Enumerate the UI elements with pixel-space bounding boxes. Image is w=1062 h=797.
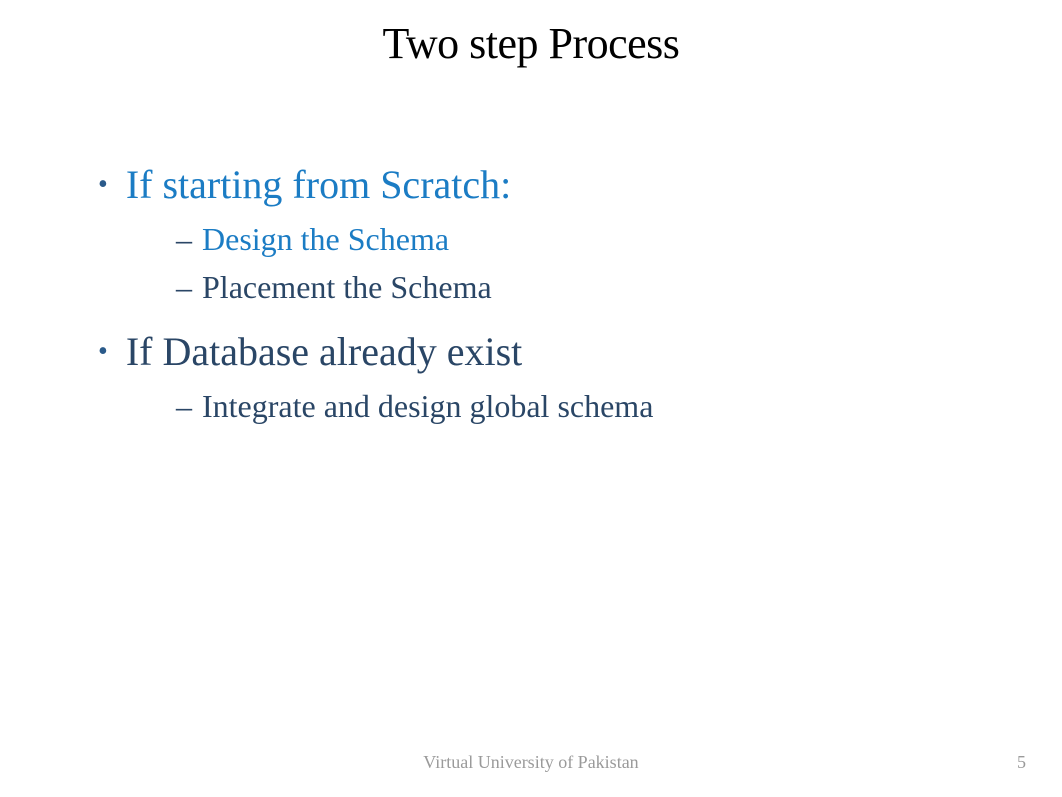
dash-icon: – (176, 219, 192, 261)
sub-1-2-text: Placement the Schema (202, 267, 492, 309)
bullet-2: • If Database already exist (98, 326, 1062, 378)
footer-org: Virtual University of Pakistan (0, 752, 1062, 773)
sub-item-1-1: – Design the Schema (98, 219, 1062, 261)
bullet-disc-icon: • (98, 332, 108, 371)
bullet-1: • If starting from Scratch: (98, 159, 1062, 211)
sub-2-1-text: Integrate and design global schema (202, 386, 653, 428)
bullet-disc-icon: • (98, 165, 108, 204)
sub-item-2-1: – Integrate and design global schema (98, 386, 1062, 428)
sub-item-1-2: – Placement the Schema (98, 267, 1062, 309)
bullet-2-text: If Database already exist (126, 326, 522, 378)
bullet-1-text: If starting from Scratch: (126, 159, 511, 211)
dash-icon: – (176, 386, 192, 428)
slide-title: Two step Process (0, 0, 1062, 69)
slide-content: • If starting from Scratch: – Design the… (0, 69, 1062, 428)
sub-1-1-text: Design the Schema (202, 219, 449, 261)
dash-icon: – (176, 267, 192, 309)
footer-page-number: 5 (1017, 752, 1026, 773)
